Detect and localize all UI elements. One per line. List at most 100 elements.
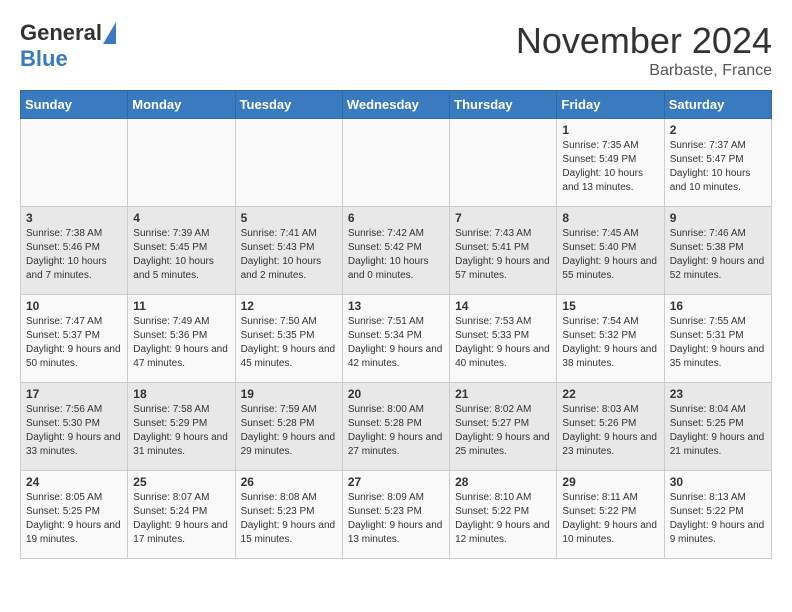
day-number: 1: [562, 123, 658, 137]
calendar-cell: 25 Sunrise: 8:07 AM Sunset: 5:24 PM Dayli…: [128, 471, 235, 559]
logo-general: General: [20, 20, 102, 46]
day-info: Sunrise: 8:07 AM Sunset: 5:24 PM Dayligh…: [133, 491, 229, 547]
calendar-cell: 27 Sunrise: 8:09 AM Sunset: 5:23 PM Dayli…: [342, 471, 449, 559]
calendar-cell: 21Sunrise: 8:02 AM Sunset: 5:27 PM Dayli…: [450, 383, 557, 471]
day-number: 20: [348, 387, 444, 401]
day-number: 29: [562, 475, 658, 489]
week-row-3: 10 Sunrise: 7:47 AM Sunset: 5:37 PM Dayli…: [21, 295, 772, 383]
day-number: 15: [562, 299, 658, 313]
calendar-cell: 2Sunrise: 7:37 AM Sunset: 5:47 PM Daylig…: [664, 119, 771, 207]
day-info: Sunrise: 7:38 AM Sunset: 5:46 PM Dayligh…: [26, 227, 122, 283]
day-info: Sunrise: 8:08 AM Sunset: 5:23 PM Dayligh…: [241, 491, 337, 547]
day-info: Sunrise: 7:41 AM Sunset: 5:43 PM Dayligh…: [241, 227, 337, 283]
day-info: Sunrise: 8:10 AM Sunset: 5:22 PM Dayligh…: [455, 491, 551, 547]
day-info: Sunrise: 7:51 AM Sunset: 5:34 PM Dayligh…: [348, 315, 444, 371]
day-number: 17: [26, 387, 122, 401]
day-number: 12: [241, 299, 337, 313]
day-info: Sunrise: 7:46 AM Sunset: 5:38 PM Dayligh…: [670, 227, 766, 283]
day-info: Sunrise: 7:56 AM Sunset: 5:30 PM Dayligh…: [26, 403, 122, 459]
day-number: 24: [26, 475, 122, 489]
day-info: Sunrise: 7:55 AM Sunset: 5:31 PM Dayligh…: [670, 315, 766, 371]
calendar-cell: [342, 119, 449, 207]
calendar-cell: 12 Sunrise: 7:50 AM Sunset: 5:35 PM Dayli…: [235, 295, 342, 383]
calendar-cell: [450, 119, 557, 207]
calendar-cell: [128, 119, 235, 207]
header-sunday: Sunday: [21, 91, 128, 119]
day-number: 16: [670, 299, 766, 313]
calendar-cell: 14 Sunrise: 7:53 AM Sunset: 5:33 PM Dayli…: [450, 295, 557, 383]
logo-arrow-icon: [103, 22, 116, 44]
calendar-cell: 5 Sunrise: 7:41 AM Sunset: 5:43 PM Daylig…: [235, 207, 342, 295]
day-number: 25: [133, 475, 229, 489]
day-info: Sunrise: 8:03 AM Sunset: 5:26 PM Dayligh…: [562, 403, 658, 459]
logo-blue: Blue: [20, 46, 68, 71]
day-number: 23: [670, 387, 766, 401]
calendar-cell: 20 Sunrise: 8:00 AM Sunset: 5:28 PM Dayli…: [342, 383, 449, 471]
day-number: 19: [241, 387, 337, 401]
day-info: Sunrise: 7:45 AM Sunset: 5:40 PM Dayligh…: [562, 227, 658, 283]
month-title: November 2024: [516, 20, 772, 62]
day-number: 13: [348, 299, 444, 313]
day-info: Sunrise: 7:53 AM Sunset: 5:33 PM Dayligh…: [455, 315, 551, 371]
page-header: General Blue November 2024 Barbaste, Fra…: [20, 20, 772, 80]
calendar-cell: 10 Sunrise: 7:47 AM Sunset: 5:37 PM Dayli…: [21, 295, 128, 383]
day-info: Sunrise: 7:58 AM Sunset: 5:29 PM Dayligh…: [133, 403, 229, 459]
day-number: 27: [348, 475, 444, 489]
day-number: 14: [455, 299, 551, 313]
day-info: Sunrise: 7:54 AM Sunset: 5:32 PM Dayligh…: [562, 315, 658, 371]
day-number: 26: [241, 475, 337, 489]
day-number: 5: [241, 211, 337, 225]
day-number: 7: [455, 211, 551, 225]
day-info: Sunrise: 7:49 AM Sunset: 5:36 PM Dayligh…: [133, 315, 229, 371]
location: Barbaste, France: [516, 62, 772, 80]
header-tuesday: Tuesday: [235, 91, 342, 119]
calendar-cell: 9Sunrise: 7:46 AM Sunset: 5:38 PM Daylig…: [664, 207, 771, 295]
calendar-cell: 15 Sunrise: 7:54 AM Sunset: 5:32 PM Dayli…: [557, 295, 664, 383]
calendar-cell: 13 Sunrise: 7:51 AM Sunset: 5:34 PM Dayli…: [342, 295, 449, 383]
day-number: 8: [562, 211, 658, 225]
week-row-1: 1 Sunrise: 7:35 AM Sunset: 5:49 PM Daylig…: [21, 119, 772, 207]
calendar-table: Sunday Monday Tuesday Wednesday Thursday…: [20, 90, 772, 559]
header-wednesday: Wednesday: [342, 91, 449, 119]
day-info: Sunrise: 7:43 AM Sunset: 5:41 PM Dayligh…: [455, 227, 551, 283]
day-info: Sunrise: 7:59 AM Sunset: 5:28 PM Dayligh…: [241, 403, 337, 459]
day-number: 11: [133, 299, 229, 313]
calendar-cell: 24Sunrise: 8:05 AM Sunset: 5:25 PM Dayli…: [21, 471, 128, 559]
day-number: 3: [26, 211, 122, 225]
day-number: 21: [455, 387, 551, 401]
day-number: 10: [26, 299, 122, 313]
calendar-cell: 1 Sunrise: 7:35 AM Sunset: 5:49 PM Daylig…: [557, 119, 664, 207]
day-info: Sunrise: 8:04 AM Sunset: 5:25 PM Dayligh…: [670, 403, 766, 459]
calendar-cell: 4 Sunrise: 7:39 AM Sunset: 5:45 PM Daylig…: [128, 207, 235, 295]
day-number: 28: [455, 475, 551, 489]
day-number: 18: [133, 387, 229, 401]
calendar-cell: 7 Sunrise: 7:43 AM Sunset: 5:41 PM Daylig…: [450, 207, 557, 295]
calendar-cell: [235, 119, 342, 207]
header-thursday: Thursday: [450, 91, 557, 119]
header-monday: Monday: [128, 91, 235, 119]
calendar-cell: 6 Sunrise: 7:42 AM Sunset: 5:42 PM Daylig…: [342, 207, 449, 295]
calendar-cell: 11 Sunrise: 7:49 AM Sunset: 5:36 PM Dayli…: [128, 295, 235, 383]
header-saturday: Saturday: [664, 91, 771, 119]
day-info: Sunrise: 8:11 AM Sunset: 5:22 PM Dayligh…: [562, 491, 658, 547]
day-info: Sunrise: 8:00 AM Sunset: 5:28 PM Dayligh…: [348, 403, 444, 459]
header-friday: Friday: [557, 91, 664, 119]
header-row: Sunday Monday Tuesday Wednesday Thursday…: [21, 91, 772, 119]
day-info: Sunrise: 8:09 AM Sunset: 5:23 PM Dayligh…: [348, 491, 444, 547]
calendar-cell: 16 Sunrise: 7:55 AM Sunset: 5:31 PM Dayli…: [664, 295, 771, 383]
day-info: Sunrise: 7:47 AM Sunset: 5:37 PM Dayligh…: [26, 315, 122, 371]
week-row-2: 3 Sunrise: 7:38 AM Sunset: 5:46 PM Daylig…: [21, 207, 772, 295]
calendar-cell: 29 Sunrise: 8:11 AM Sunset: 5:22 PM Dayli…: [557, 471, 664, 559]
calendar-cell: 26 Sunrise: 8:08 AM Sunset: 5:23 PM Dayli…: [235, 471, 342, 559]
calendar-cell: 17 Sunrise: 7:56 AM Sunset: 5:30 PM Dayli…: [21, 383, 128, 471]
day-info: Sunrise: 7:42 AM Sunset: 5:42 PM Dayligh…: [348, 227, 444, 283]
day-number: 4: [133, 211, 229, 225]
calendar-cell: 8 Sunrise: 7:45 AM Sunset: 5:40 PM Daylig…: [557, 207, 664, 295]
week-row-5: 24Sunrise: 8:05 AM Sunset: 5:25 PM Dayli…: [21, 471, 772, 559]
day-info: Sunrise: 7:35 AM Sunset: 5:49 PM Dayligh…: [562, 139, 658, 195]
day-info: Sunrise: 7:50 AM Sunset: 5:35 PM Dayligh…: [241, 315, 337, 371]
calendar-cell: [21, 119, 128, 207]
day-info: Sunrise: 7:39 AM Sunset: 5:45 PM Dayligh…: [133, 227, 229, 283]
day-number: 6: [348, 211, 444, 225]
logo: General Blue: [20, 20, 116, 72]
